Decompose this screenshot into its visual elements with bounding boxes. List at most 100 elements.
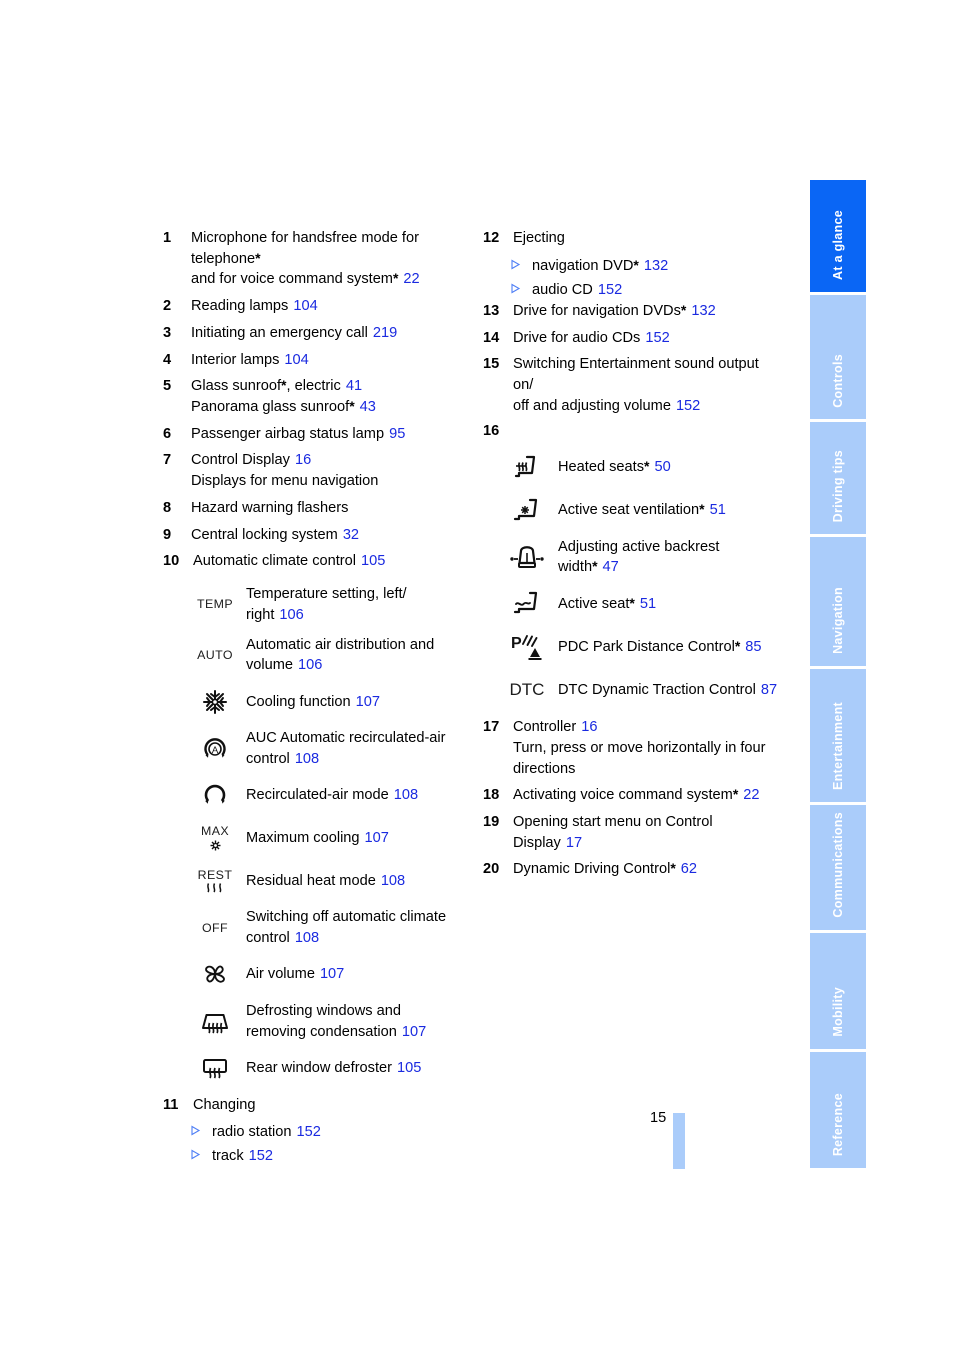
section-tab-driving-tips[interactable]: Driving tips (810, 422, 866, 535)
entry-12-ejecting: 12 Ejecting navigation DVD* 132 audio CD 152 (483, 228, 783, 301)
page-reference[interactable]: 43 (360, 399, 376, 415)
icon-legend-label: PDC Park Distance Control* 85 (558, 637, 762, 655)
page-reference[interactable]: 132 (691, 303, 715, 319)
section-tab-mobility[interactable]: Mobility (810, 932, 866, 1049)
page-number: 15 (650, 1110, 667, 1126)
page-reference[interactable]: 107 (402, 1024, 426, 1040)
page-reference[interactable]: 108 (381, 873, 405, 889)
page-reference[interactable]: 104 (284, 352, 308, 368)
page-reference[interactable]: 152 (598, 282, 622, 298)
icon-legend-label: DTC Dynamic Traction Control 87 (558, 681, 778, 698)
section-tab-navigation[interactable]: Navigation (810, 537, 866, 667)
temp-label-icon-cell: TEMP (189, 588, 241, 622)
page-reference[interactable]: 107 (356, 694, 380, 710)
legend-entry-number: 17 (483, 719, 500, 736)
section-tab-entertainment[interactable]: Entertainment (810, 669, 866, 803)
entry-16-number: 16 (483, 422, 500, 439)
page-reference[interactable]: 47 (603, 559, 619, 575)
windshield-defrost-icon-cell (189, 1005, 241, 1039)
heated-seat-icon-cell (501, 451, 553, 485)
sub-item: radio station 152 (188, 1122, 463, 1143)
numbered-entry-list-left: 1 Microphone for handsfree mode for teleph… (163, 228, 463, 572)
legend-entry-text: Microphone for handsfree mode for telepho… (191, 230, 420, 288)
section-tab-at-a-glance[interactable]: At a glance (810, 180, 866, 292)
legend-entry: 15 Switching Entertainment sound output o… (483, 354, 783, 416)
off-label-icon: OFF (202, 920, 228, 935)
sub-item: track 152 (188, 1146, 463, 1167)
optional-equipment-asterisk: * (732, 786, 739, 803)
sub-item-label: track 152 (212, 1148, 273, 1165)
optional-equipment-asterisk: * (734, 637, 741, 654)
page-reference[interactable]: 32 (343, 527, 359, 543)
section-tab-label: Controls (831, 353, 845, 408)
section-tab-controls[interactable]: Controls (810, 294, 866, 420)
page-reference[interactable]: 106 (279, 607, 303, 623)
numbered-entry-list-right: 13 Drive for navigation DVDs* 132 14 Drive f… (483, 301, 783, 417)
icon-legend-row: Defrosting windows and removing condensa… (189, 1001, 463, 1042)
fan-icon-cell (189, 958, 241, 992)
optional-equipment-asterisk: * (392, 270, 399, 287)
seat-ventilation-icon-cell (501, 494, 553, 528)
active-seat-icon-cell (501, 587, 553, 621)
legend-entry-text: Drive for audio CDs 152 (513, 329, 670, 346)
legend-entry-text: Automatic climate control 105 (193, 553, 386, 570)
legend-entry: 17 Controller 16 Turn, press or move horizo… (483, 717, 783, 779)
residual-heat-icon: REST (197, 868, 233, 893)
legend-entry-number: 1 (163, 230, 172, 246)
legend-entry-text: Drive for navigation DVDs* 132 (513, 302, 716, 320)
page-reference[interactable]: 87 (761, 682, 777, 698)
icon-legend-row: Air volume 107 (189, 958, 463, 992)
page-reference[interactable]: 22 (743, 787, 759, 803)
legend-entry: 6 Passenger airbag status lamp 95 (163, 424, 463, 445)
page-reference[interactable]: 152 (676, 398, 700, 414)
page-reference[interactable]: 105 (397, 1060, 421, 1076)
page-reference[interactable]: 95 (389, 426, 405, 442)
entry-11-changing: 11 Changing radio station 152 track 152 (163, 1095, 463, 1167)
active-seat-icon (513, 591, 538, 614)
legend-entry: 9 Central locking system 32 (163, 525, 463, 546)
page-reference[interactable]: 16 (581, 719, 597, 735)
page-reference[interactable]: 219 (373, 325, 397, 341)
recirculated-air-icon (204, 785, 226, 805)
page-reference[interactable]: 16 (295, 452, 311, 468)
page-reference[interactable]: 108 (295, 930, 319, 946)
page-reference[interactable]: 152 (297, 1124, 321, 1140)
page-reference[interactable]: 51 (640, 596, 656, 612)
auc-recirculation-icon-cell: A (189, 732, 241, 766)
page-reference[interactable]: 85 (745, 639, 761, 655)
icon-legend-row: OFF Switching off automatic climate contr… (189, 907, 463, 948)
icon-legend-row: Rear window defroster 105 (189, 1051, 463, 1085)
icon-legend-row: MAX Maximum cooling 107 (189, 821, 463, 855)
page-reference[interactable]: 50 (654, 459, 670, 475)
page-reference[interactable]: 41 (346, 378, 362, 394)
section-tab-communications[interactable]: Communications (810, 805, 866, 930)
page-reference[interactable]: 22 (403, 271, 419, 287)
page-reference[interactable]: 62 (681, 861, 697, 877)
page-reference[interactable]: 17 (566, 835, 582, 851)
section-tab-label: At a glance (831, 209, 845, 280)
optional-equipment-asterisk: * (699, 501, 705, 518)
page-reference[interactable]: 104 (293, 298, 317, 314)
page-reference[interactable]: 107 (320, 966, 344, 982)
page-reference[interactable]: 51 (710, 502, 726, 518)
recirculated-air-icon-cell (189, 778, 241, 812)
icon-legend-label: Defrosting windows and removing condensa… (246, 1002, 427, 1040)
page-reference[interactable]: 152 (249, 1148, 273, 1164)
auto-label-icon: AUTO (197, 647, 233, 662)
legend-entry-text: Initiating an emergency call 219 (191, 324, 398, 341)
page-reference[interactable]: 106 (298, 657, 322, 673)
page-reference[interactable]: 132 (644, 258, 668, 274)
sub-item-label: navigation DVD* 132 (532, 256, 669, 274)
icon-legend-label: Active seat* 51 (558, 594, 657, 612)
icon-legend-label: Maximum cooling 107 (246, 830, 389, 847)
legend-entry-number: 13 (483, 303, 500, 320)
auto-label-icon-cell: AUTO (189, 638, 241, 672)
legend-entry-text: Interior lamps 104 (191, 351, 309, 368)
page-reference[interactable]: 152 (645, 330, 669, 346)
page-reference[interactable]: 105 (361, 553, 385, 569)
section-tab-reference[interactable]: Reference (810, 1052, 866, 1169)
page-reference[interactable]: 108 (394, 787, 418, 803)
page-reference[interactable]: 108 (295, 751, 319, 767)
legend-entry: 14 Drive for audio CDs 152 (483, 328, 783, 349)
page-reference[interactable]: 107 (365, 830, 389, 846)
